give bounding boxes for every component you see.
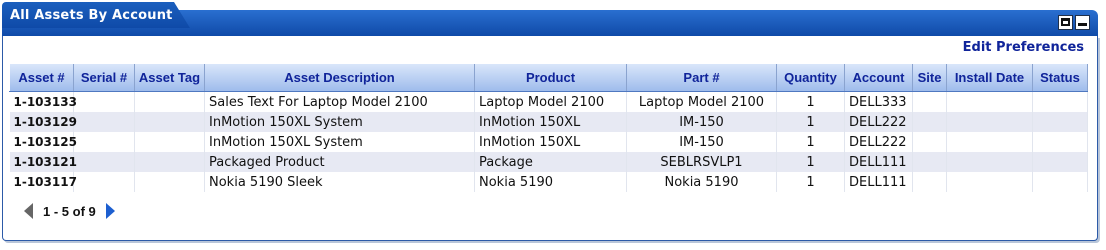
col-header-install-date[interactable]: Install Date — [946, 64, 1033, 92]
product-cell: InMotion 150XL — [474, 132, 627, 152]
minimize-icon — [1078, 23, 1087, 26]
asset-tag-cell — [134, 91, 205, 112]
product-cell: InMotion 150XL — [474, 112, 627, 132]
col-header-account[interactable]: Account — [844, 64, 913, 92]
serial-cell — [73, 172, 135, 192]
col-header-description[interactable]: Asset Description — [204, 64, 475, 92]
asset-tag-cell — [134, 152, 205, 172]
col-header-asset[interactable]: Asset # — [9, 64, 74, 92]
table-row[interactable]: 1-103117 Nokia 5190 Sleek Nokia 5190 Nok… — [9, 172, 1088, 192]
install-date-cell — [946, 112, 1033, 132]
site-cell — [912, 112, 947, 132]
serial-cell — [73, 152, 135, 172]
col-header-quantity[interactable]: Quantity — [776, 64, 845, 92]
pagination: 1 - 5 of 9 — [24, 203, 115, 219]
product-cell: Package — [474, 152, 627, 172]
site-cell — [912, 91, 947, 112]
account-cell: DELL222 — [844, 112, 913, 132]
asset-number-link[interactable]: 1-103117 — [9, 172, 77, 192]
serial-cell — [73, 112, 135, 132]
asset-number-link[interactable]: 1-103133 — [9, 91, 77, 112]
description-cell: Nokia 5190 Sleek — [204, 172, 475, 192]
account-cell: DELL111 — [844, 172, 913, 192]
quantity-cell: 1 — [776, 132, 845, 152]
account-cell: DELL111 — [844, 152, 913, 172]
pagination-status: 1 - 5 of 9 — [43, 203, 96, 219]
status-cell — [1032, 91, 1088, 112]
maximize-icon — [1061, 18, 1070, 26]
install-date-cell — [946, 172, 1033, 192]
asset-number-link[interactable]: 1-103125 — [9, 132, 77, 152]
col-header-part[interactable]: Part # — [626, 64, 777, 92]
asset-tag-cell — [134, 172, 205, 192]
account-cell: DELL222 — [844, 132, 913, 152]
quantity-cell: 1 — [776, 152, 845, 172]
account-cell: DELL333 — [844, 91, 913, 112]
minimize-button[interactable] — [1075, 15, 1090, 30]
col-header-site[interactable]: Site — [912, 64, 947, 92]
col-header-serial[interactable]: Serial # — [73, 64, 135, 92]
table-row[interactable]: 1-103121 Packaged Product Package SEBLRS… — [9, 152, 1088, 172]
table-row[interactable]: 1-103125 InMotion 150XL System InMotion … — [9, 132, 1088, 152]
applet-title: All Assets By Account — [10, 8, 173, 23]
quantity-cell: 1 — [776, 91, 845, 112]
applet-title-tab: All Assets By Account — [2, 2, 190, 28]
serial-cell — [73, 91, 135, 112]
col-header-product[interactable]: Product — [474, 64, 627, 92]
install-date-cell — [946, 132, 1033, 152]
assets-table: Asset # Serial # Asset Tag Asset Descrip… — [9, 64, 1088, 192]
status-cell — [1032, 172, 1088, 192]
col-header-status[interactable]: Status — [1032, 64, 1088, 92]
part-cell: Nokia 5190 — [626, 172, 777, 192]
col-header-asset-tag[interactable]: Asset Tag — [134, 64, 205, 92]
part-cell: IM-150 — [626, 112, 777, 132]
status-cell — [1032, 132, 1088, 152]
asset-number-link[interactable]: 1-103129 — [9, 112, 77, 132]
description-cell: Sales Text For Laptop Model 2100 — [204, 91, 475, 112]
asset-tag-cell — [134, 112, 205, 132]
arrow-right-icon[interactable] — [105, 203, 115, 219]
description-cell: InMotion 150XL System — [204, 112, 475, 132]
product-cell: Laptop Model 2100 — [474, 91, 627, 112]
edit-preferences-link[interactable]: Edit Preferences — [963, 40, 1084, 55]
description-cell: InMotion 150XL System — [204, 132, 475, 152]
all-assets-applet: All Assets By Account Edit Preferences A… — [2, 2, 1098, 241]
part-cell: Laptop Model 2100 — [626, 91, 777, 112]
table-header-row: Asset # Serial # Asset Tag Asset Descrip… — [9, 64, 1088, 92]
part-cell: SEBLRSVLP1 — [626, 152, 777, 172]
install-date-cell — [946, 152, 1033, 172]
table-row[interactable]: 1-103133 Sales Text For Laptop Model 210… — [9, 91, 1088, 112]
part-cell: IM-150 — [626, 132, 777, 152]
maximize-button[interactable] — [1058, 15, 1073, 30]
window-controls — [1058, 15, 1090, 30]
site-cell — [912, 132, 947, 152]
quantity-cell: 1 — [776, 172, 845, 192]
site-cell — [912, 172, 947, 192]
arrow-left-icon[interactable] — [24, 203, 33, 219]
product-cell: Nokia 5190 — [474, 172, 627, 192]
install-date-cell — [946, 91, 1033, 112]
status-cell — [1032, 112, 1088, 132]
table-row[interactable]: 1-103129 InMotion 150XL System InMotion … — [9, 112, 1088, 132]
asset-tag-cell — [134, 132, 205, 152]
description-cell: Packaged Product — [204, 152, 475, 172]
status-cell — [1032, 152, 1088, 172]
asset-number-link[interactable]: 1-103121 — [9, 152, 77, 172]
serial-cell — [73, 132, 135, 152]
quantity-cell: 1 — [776, 112, 845, 132]
site-cell — [912, 152, 947, 172]
